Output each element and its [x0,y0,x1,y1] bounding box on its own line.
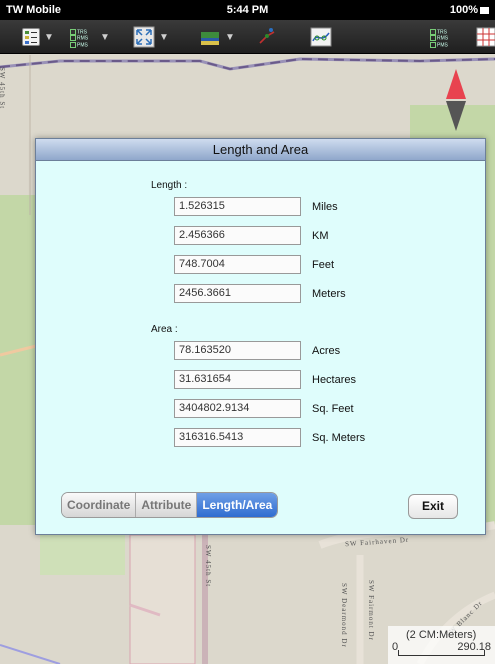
length-row-miles: 1.526315 Miles [174,197,338,216]
area-row-hectares: 31.631654 Hectares [174,370,356,389]
area-sqfeet-field[interactable]: 3404802.9134 [174,399,301,418]
unit-label: Hectares [312,373,357,386]
length-row-meters: 2456.3661 Meters [174,284,346,303]
legend-button[interactable]: TRS RMS PMS [430,25,456,49]
length-meters-field[interactable]: 2456.3661 [174,284,301,303]
layer-toggle-button[interactable]: TRS RMS PMS ▼ [70,25,110,49]
road-label: SW Fairmont Dr [367,580,375,641]
dialog-title: Length and Area [36,139,485,161]
scale-max: 290.18 [457,641,491,653]
measure-button[interactable] [256,25,278,49]
chevron-down-icon: ▼ [100,31,110,43]
tab-attribute[interactable]: Attribute [136,493,198,517]
unit-label: Sq. Feet [312,402,354,415]
chevron-down-icon: ▼ [44,31,54,43]
unit-label: Sq. Meters [312,431,366,444]
chevron-down-icon: ▼ [159,31,169,43]
battery-percent: 100% [449,4,478,16]
basemap-button[interactable]: ▼ [199,25,235,49]
layer-legend-icon: TRS RMS PMS [70,29,96,48]
mode-segmented-control: Coordinate Attribute Length/Area [61,492,279,518]
length-row-km: 2.456366 KM [174,226,329,245]
unit-label: Miles [312,200,338,213]
map-toolbar: ▼ TRS RMS PMS ▼ ▼ ▼ TRS RMS PMS [0,20,495,54]
road-label: SW 45th St [204,545,212,588]
profile-button[interactable] [309,25,333,49]
unit-label: Feet [312,258,335,271]
area-row-acres: 78.163520 Acres [174,341,340,360]
area-row-sqmeters: 316316.5413 Sq. Meters [174,428,365,447]
full-extent-button[interactable]: ▼ [133,25,169,49]
scale-bar: (2 CM:Meters) 0 290.18 [388,626,495,664]
layer-list-button[interactable]: ▼ [22,25,54,49]
length-label: Length : [151,180,188,191]
road-label: SW Dearmond Dr [340,583,348,648]
measure-icon [259,28,275,44]
unit-label: Meters [312,287,346,300]
chart-icon [310,27,332,47]
exit-button[interactable]: Exit [408,494,458,519]
road-label: SW 45th St [0,67,6,110]
area-hectares-field[interactable]: 31.631654 [174,370,301,389]
area-label: Area : [151,324,178,335]
unit-label: KM [312,229,329,242]
battery-indicator: 100% [450,4,489,16]
legend-item: PMS [430,42,456,48]
length-km-field[interactable]: 2.456366 [174,226,301,245]
expand-icon [133,26,155,48]
clock: 5:44 PM [226,4,269,16]
compass-icon[interactable] [445,69,467,131]
basemap-icon [201,32,219,45]
scale-title: (2 CM:Meters) [406,629,477,641]
tab-coordinate[interactable]: Coordinate [62,493,137,517]
area-sqmeters-field[interactable]: 316316.5413 [174,428,301,447]
grid-icon [476,27,495,47]
area-acres-field[interactable]: 78.163520 [174,341,301,360]
tab-length-area[interactable]: Length/Area [197,493,278,517]
scale-line [398,650,485,656]
length-feet-field[interactable]: 748.7004 [174,255,301,274]
layer-legend-icon: TRS RMS PMS [430,29,456,48]
area-row-sqfeet: 3404802.9134 Sq. Feet [174,399,354,418]
chevron-down-icon: ▼ [225,31,235,43]
layer-list-icon [22,28,40,46]
grid-button[interactable] [476,25,495,49]
length-row-feet: 748.7004 Feet [174,255,334,274]
battery-icon [480,6,489,14]
status-bar: TW Mobile 5:44 PM 100% [0,0,495,20]
length-area-dialog: Length and Area Length : 1.526315 Miles … [35,138,486,535]
legend-item: PMS [70,42,96,48]
unit-label: Acres [312,344,341,357]
length-miles-field[interactable]: 1.526315 [174,197,301,216]
